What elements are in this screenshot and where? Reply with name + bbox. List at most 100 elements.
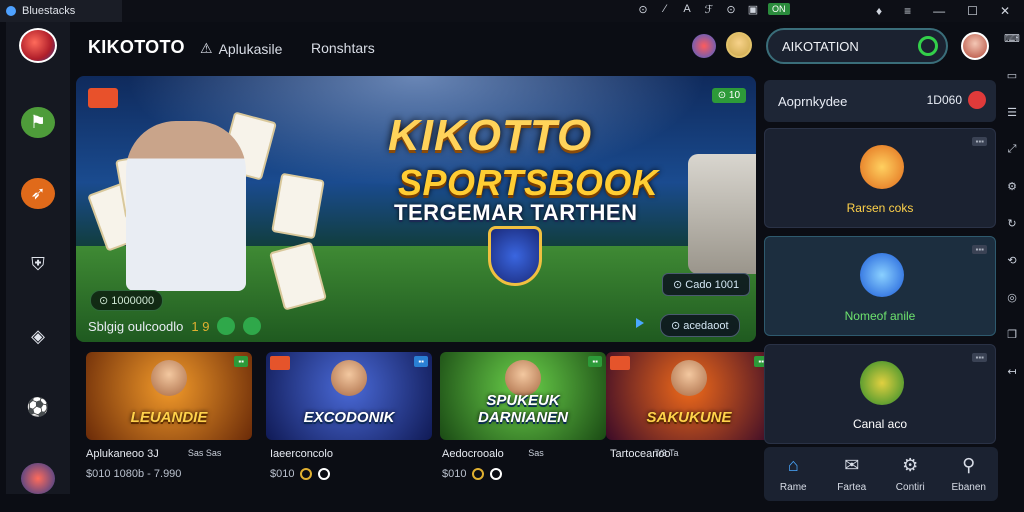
camera-icon[interactable]: ▣ [746,2,760,16]
mail-icon: ✉ [844,454,860,475]
maximize-button[interactable]: ☐ [967,4,978,18]
window-controls: ♦ ≡ — ☐ ✕ [876,0,1010,22]
player-figure [126,121,246,291]
macro-icon[interactable]: ◎ [1007,291,1017,304]
card-menu[interactable]: ▪▪▪ [972,245,987,254]
tile-sub: $010 [270,468,333,480]
info-icon[interactable] [490,468,503,480]
brand-name: KIKOTOTO [88,37,185,57]
back-icon[interactable]: ↤ [1007,365,1016,378]
window-icon[interactable]: ▭ [1007,69,1017,82]
shield-icon[interactable]: ⛨ [21,249,55,280]
profile-badge-icon[interactable] [21,462,55,494]
hero-pill-left[interactable]: ⊙ 1000000 [90,290,164,311]
tile-title: Aplukaneoo 3J [86,448,159,460]
alert-icon[interactable] [968,91,986,109]
play-icon[interactable] [636,318,644,328]
sports-icon[interactable]: ⚑ [21,107,55,139]
nav-settings[interactable]: ⚙ Contiri [881,447,940,501]
game-tile[interactable]: ▪▪ SPUKEUK DARNIANEN [440,352,606,440]
hero-banner[interactable]: ⊙ 10 KIKOTTO SPORTSBOOK TERGEMAR TARTHEN… [76,76,756,342]
tile-info: Aplukaneoo 3J $010 1080b - 7.990 Sas Sas [86,448,221,480]
keyboard-icon[interactable]: ⌨ [1004,32,1020,45]
tile-side: Sas [528,448,544,458]
promo-value: 1D060 [926,93,962,107]
nav-home[interactable]: ⌂ Rame [764,447,823,501]
rank-badge-icon[interactable] [692,34,716,58]
tile-sub: $010 1080b - 7.990 [86,468,181,480]
rotate-icon[interactable]: ⟲ [1007,254,1016,267]
hero-pill-bottom[interactable]: ⊙ acedaoot [660,314,740,337]
feature-card[interactable]: ▪▪▪ Rarsen coks [764,128,996,228]
nav-sports[interactable]: Ronshtars [311,40,375,56]
window-tab[interactable]: Bluestacks [0,0,122,22]
game-tile[interactable]: ▪▪ SAKUKUNE [606,352,772,440]
trophy-icon [860,145,904,189]
script-icon[interactable]: ℱ [702,2,716,16]
nav-label: Contiri [895,481,925,493]
feature-card[interactable]: ▪▪▪ Nomeof anile [764,236,996,336]
close-button[interactable]: ✕ [1000,4,1010,18]
tile-side: 7/3 Ta [654,448,679,458]
refresh-icon[interactable]: ↻ [1007,217,1016,230]
search-input[interactable]: AIKOTATION [766,28,948,64]
system-tray: ⊙ ⁄ A ℱ ⊙ ▣ ON [636,2,790,16]
tile-name: SPUKEUK DARNIANEN [478,392,568,426]
nav-apps[interactable]: ⚠ Aplukasile [200,40,282,57]
minimize-button[interactable]: — [933,4,945,18]
playing-card [271,172,325,240]
slash-icon[interactable]: ⁄ [658,2,672,16]
tile-title: Iaeerconcolo [270,448,333,460]
car-graphic [688,154,756,274]
hot-badge [88,88,118,108]
hero-caption-num: 1 9 [191,318,210,334]
record-icon[interactable]: ⊙ [724,2,738,16]
letter-a-icon[interactable]: A [680,2,694,16]
hero-pill-right[interactable]: ⊙ Cado 1001 [662,273,751,296]
avatar[interactable] [726,32,752,58]
card-menu[interactable]: ▪▪▪ [972,137,987,146]
profile-avatar[interactable] [961,32,989,60]
rocket-icon[interactable]: ➶ [21,178,55,210]
card-menu[interactable]: ▪▪▪ [972,353,987,362]
layers-icon[interactable]: ❐ [1007,328,1017,341]
tile-tag: ▪▪ [234,356,248,367]
promo-label: Aoprnkydee [778,93,848,109]
list-icon[interactable]: ☰ [1007,106,1017,119]
game-tile[interactable]: ▪▪ EXCODONIK [266,352,432,440]
indicator-icon[interactable] [217,317,236,335]
nav-apps-label: Aplukasile [218,40,283,57]
tile-name: LEUANDIE [130,409,208,426]
settings-icon[interactable]: ⚙ [1007,180,1017,193]
clock-icon[interactable]: ⊙ [636,2,650,16]
indicator-icon[interactable] [243,317,262,335]
coin-icon [300,468,313,480]
promo-header[interactable]: Aoprnkydee 1D060 [764,80,996,122]
tile-info: Iaeerconcolo $010 [270,448,333,480]
left-rail: ⚑ ➶ ⛨ ◈ ⚽ [6,22,70,494]
fullscreen-icon[interactable]: ⤢ [1008,143,1017,156]
info-icon[interactable] [318,468,331,480]
diamond-icon[interactable]: ◈ [21,321,55,352]
brand-logo[interactable] [19,28,57,64]
tile-tag: ▪▪ [414,356,428,367]
bell-icon[interactable]: ♦ [876,4,882,18]
game-tile[interactable]: ▪▪ LEUANDIE [86,352,252,440]
tile-sub: $010 [442,468,504,480]
search-icon: ⚲ [962,454,976,475]
nav-label: Fartea [837,481,867,493]
feature-card[interactable]: ▪▪▪ Canal aco [764,344,996,444]
triangle-icon: ⚠ [200,40,213,56]
tile-price: $010 [270,468,295,480]
ball-icon[interactable]: ⚽ [21,392,55,423]
nav-messages[interactable]: ✉ Fartea [823,447,882,501]
character-avatar [331,360,367,396]
character-avatar [505,360,541,396]
nav-search[interactable]: ⚲ Ebanen [940,447,999,501]
tile-tag: ▪▪ [588,356,602,367]
search-icon[interactable] [918,36,938,56]
tile-info: Aedocrooalo $010 Sas [442,448,544,480]
tile-price: $010 [442,468,467,480]
menu-icon[interactable]: ≡ [904,4,911,18]
app-window: Bluestacks ⊙ ⁄ A ℱ ⊙ ▣ ON ♦ ≡ — ☐ ✕ ⚑ ➶ … [0,0,1024,512]
